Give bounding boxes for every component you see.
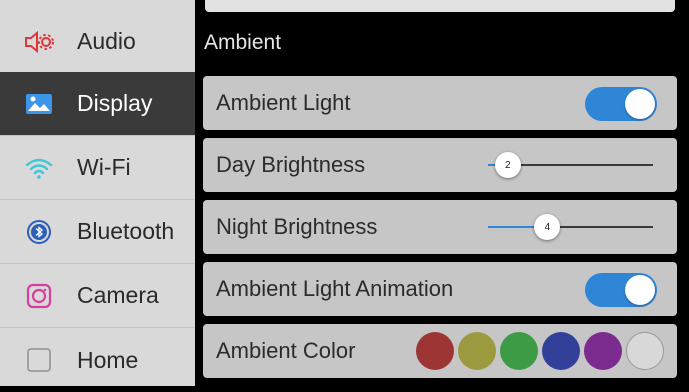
sidebar: Audio Display Wi-Fi Bluetooth Camera Hom… xyxy=(0,0,195,386)
sidebar-item-bluetooth[interactable]: Bluetooth xyxy=(0,200,195,264)
color-swatch[interactable] xyxy=(584,332,622,370)
sidebar-item-display[interactable]: Display xyxy=(0,72,195,136)
row-label: Day Brightness xyxy=(216,152,366,177)
row-label: Ambient Light Animation xyxy=(216,276,454,301)
slider-thumb[interactable]: 2 xyxy=(494,152,521,178)
sidebar-item-label: Home xyxy=(77,346,139,373)
row-label: Night Brightness xyxy=(216,214,378,239)
row-label: Ambient Light xyxy=(216,90,351,115)
color-swatch[interactable] xyxy=(542,332,580,370)
ambient-animation-row: Ambient Light Animation xyxy=(203,262,677,316)
settings-panel: Ambient Ambient Light Day Brightness 2 N… xyxy=(195,0,689,386)
wifi-icon xyxy=(24,153,54,183)
sidebar-item-home[interactable]: Home xyxy=(0,328,195,392)
night-brightness-row: Night Brightness 4 xyxy=(203,200,677,254)
speaker-gear-icon xyxy=(24,27,54,57)
color-swatch[interactable] xyxy=(626,332,664,370)
color-swatch[interactable] xyxy=(458,332,496,370)
row-label: Ambient Color xyxy=(216,338,356,363)
night-brightness-slider[interactable]: 4 xyxy=(488,214,653,240)
day-brightness-slider[interactable]: 2 xyxy=(488,152,653,178)
home-square-icon xyxy=(24,345,54,375)
sidebar-item-label: Bluetooth xyxy=(77,218,175,244)
toggle-knob xyxy=(625,89,655,119)
image-icon xyxy=(24,89,54,119)
day-brightness-row: Day Brightness 2 xyxy=(203,138,677,192)
bluetooth-icon xyxy=(24,217,54,247)
sidebar-item-wifi[interactable]: Wi-Fi xyxy=(0,136,195,200)
camera-icon xyxy=(24,281,54,311)
color-swatches xyxy=(416,332,676,370)
sidebar-item-label: Display xyxy=(77,90,153,116)
section-title: Ambient xyxy=(204,31,282,54)
color-swatch[interactable] xyxy=(416,332,454,370)
ambient-animation-toggle[interactable] xyxy=(585,273,657,307)
ambient-light-toggle[interactable] xyxy=(585,87,657,121)
sidebar-item-label: Wi-Fi xyxy=(77,154,131,180)
sidebar-item-label: Audio xyxy=(77,28,136,54)
ambient-color-row: Ambient Color xyxy=(203,324,677,378)
slider-thumb[interactable]: 4 xyxy=(534,214,561,240)
toggle-knob xyxy=(625,275,655,305)
sidebar-item-audio[interactable]: Audio xyxy=(0,10,195,74)
ambient-light-row: Ambient Light xyxy=(203,76,677,130)
top-scroll-edge xyxy=(205,0,675,12)
color-swatch[interactable] xyxy=(500,332,538,370)
sidebar-item-camera[interactable]: Camera xyxy=(0,264,195,328)
sidebar-item-label: Camera xyxy=(77,282,159,308)
